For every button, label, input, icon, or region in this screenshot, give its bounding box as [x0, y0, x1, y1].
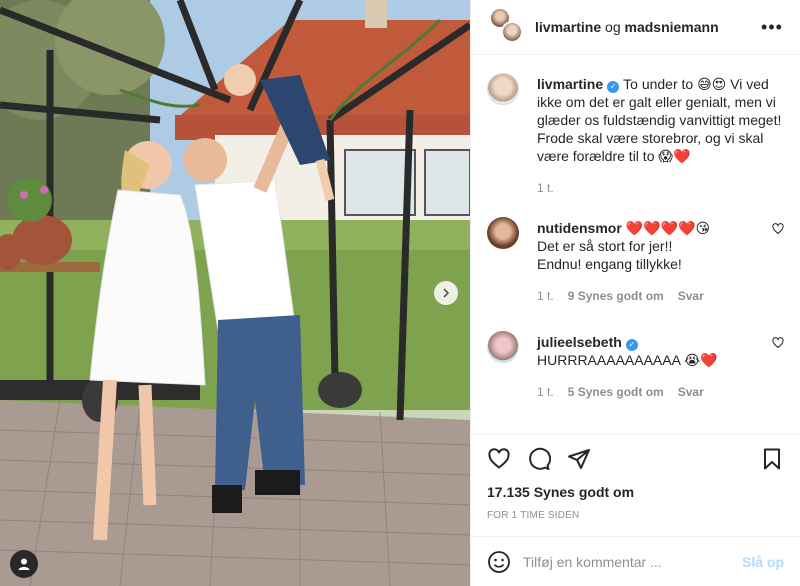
- comments-section: livmartine ✓ To under to 😅😍 Vi ved ikke om…: [471, 55, 800, 434]
- post-comment-button[interactable]: Slå op: [742, 554, 784, 570]
- like-comment-heart-icon[interactable]: [772, 223, 784, 235]
- share-paper-plane-icon[interactable]: [567, 447, 591, 471]
- photo-scene: [0, 0, 470, 586]
- reply-button[interactable]: Svar: [678, 287, 704, 305]
- comment-text: Endnu! engang tillykke!: [537, 256, 682, 272]
- avatar: [501, 21, 523, 43]
- emoji-icon[interactable]: [487, 550, 511, 574]
- reply-button[interactable]: Svar: [678, 383, 704, 401]
- chevron-right-icon: [443, 288, 450, 298]
- likes-count[interactable]: 17.135 Synes godt om: [471, 482, 800, 504]
- avatar[interactable]: [487, 217, 519, 249]
- more-icon: •••: [761, 16, 783, 37]
- tagged-users-button[interactable]: [10, 550, 38, 578]
- add-comment-bar: Slå op: [471, 536, 800, 586]
- comment-meta: 1 t. 5 Synes godt om Svar: [537, 383, 764, 401]
- like-heart-icon[interactable]: [487, 447, 511, 471]
- comment-body: julieelsebeth ✓ HURRRAAAAAAAAAA 😭❤️ 1 t. …: [537, 333, 784, 401]
- comment-age[interactable]: 1 t.: [537, 383, 554, 401]
- comment-bubble-icon[interactable]: [527, 447, 551, 471]
- comment: julieelsebeth ✓ HURRRAAAAAAAAAA 😭❤️ 1 t. …: [487, 331, 784, 401]
- comment-username[interactable]: nutidensmor: [537, 220, 622, 236]
- next-photo-button[interactable]: [434, 281, 458, 305]
- author-username[interactable]: livmartine: [535, 19, 601, 35]
- like-comment-heart-icon[interactable]: [772, 337, 784, 349]
- collab-avatars[interactable]: [487, 7, 527, 47]
- bookmark-icon[interactable]: [760, 447, 784, 471]
- author-username[interactable]: madsniemann: [625, 19, 719, 35]
- post-photo[interactable]: [0, 0, 470, 586]
- author-separator: og: [605, 19, 621, 35]
- comment: nutidensmor ❤️❤️❤️❤️😘 Det er så stort for…: [487, 217, 784, 305]
- comment-username[interactable]: julieelsebeth: [537, 334, 622, 350]
- user-icon: [18, 558, 30, 570]
- caption: livmartine ✓ To under to 😅😍 Vi ved ikke om…: [487, 73, 784, 197]
- comment-likes[interactable]: 9 Synes godt om: [568, 287, 664, 305]
- comment-text: ❤️❤️❤️❤️😘: [625, 220, 711, 236]
- caption-username[interactable]: livmartine: [537, 76, 603, 92]
- post-timestamp[interactable]: FOR 1 TIME SIDEN: [471, 504, 800, 536]
- post-side-panel: livmartine og madsniemann ••• livmartine…: [470, 0, 800, 586]
- avatar[interactable]: [487, 73, 519, 105]
- avatar[interactable]: [487, 331, 519, 363]
- comment-body: nutidensmor ❤️❤️❤️❤️😘 Det er så stort for…: [537, 219, 784, 305]
- caption-meta: 1 t.: [537, 179, 784, 197]
- more-options-button[interactable]: •••: [760, 15, 784, 39]
- comment-meta: 1 t. 9 Synes godt om Svar: [537, 287, 764, 305]
- caption-body: livmartine ✓ To under to 😅😍 Vi ved ikke om…: [537, 75, 784, 197]
- instagram-post-modal: livmartine og madsniemann ••• livmartine…: [0, 0, 800, 586]
- comment-text: Det er så stort for jer!!: [537, 238, 673, 254]
- comment-age[interactable]: 1 t.: [537, 287, 554, 305]
- comment-input[interactable]: [523, 553, 742, 570]
- comment-text: HURRRAAAAAAAAAA 😭❤️: [537, 352, 718, 368]
- verified-badge-icon: ✓: [625, 339, 638, 351]
- caption-age[interactable]: 1 t.: [537, 179, 554, 197]
- post-actions-bar: [471, 434, 800, 482]
- post-header: livmartine og madsniemann •••: [471, 0, 800, 55]
- verified-badge-icon: ✓: [607, 81, 620, 93]
- post-authors: livmartine og madsniemann: [535, 19, 760, 35]
- comment-likes[interactable]: 5 Synes godt om: [568, 383, 664, 401]
